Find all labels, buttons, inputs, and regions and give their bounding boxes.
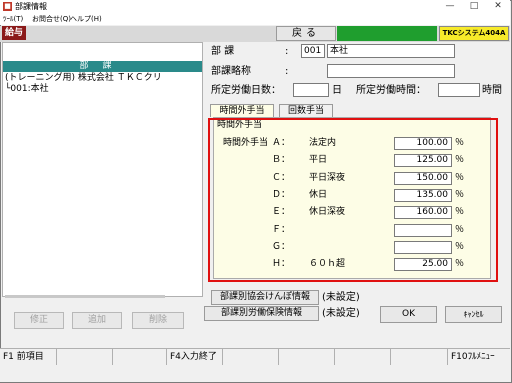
delete-button[interactable]: 削除 (132, 312, 184, 329)
f2-key[interactable] (57, 349, 113, 365)
f4-key[interactable]: F4入力終了 (167, 349, 223, 365)
tree-scrollbar[interactable] (5, 295, 165, 298)
kenpo-info-button[interactable]: 部課別協会けんぽ情報 (211, 290, 319, 305)
tab-overtime[interactable]: 時間外手当 (210, 104, 274, 117)
days-label: 所定労働日数： (211, 85, 281, 96)
abbr-label: 部課略称 (211, 66, 251, 77)
close-button[interactable]: ✕ (486, 0, 510, 13)
f7-key[interactable] (335, 349, 391, 365)
add-button[interactable]: 追加 (72, 312, 122, 329)
tree-node-honsha[interactable]: └001:本社 (5, 84, 49, 95)
minimize-button[interactable]: — (438, 0, 462, 13)
menu-inquiry[interactable]: お問合せ(Q) (32, 14, 71, 24)
highlight-box (208, 118, 498, 282)
f3-key[interactable] (113, 349, 167, 365)
cancel-button[interactable]: ｷｬﾝｾﾙ (445, 306, 502, 323)
maximize-button[interactable]: □ (462, 0, 486, 13)
app-icon: ■ (3, 2, 12, 11)
dept-name-field[interactable]: 本社 (327, 44, 455, 58)
days-field[interactable] (293, 83, 329, 97)
f5-key[interactable] (223, 349, 279, 365)
tree-company[interactable]: (トレーニング用) 株式会社 ＴＫＣクリ (5, 73, 162, 84)
kyuyo-badge: 給与 (2, 26, 26, 40)
hours-label: 所定労働時間： (356, 85, 426, 96)
title-bar (0, 0, 510, 13)
bottom-strip (0, 366, 510, 382)
abbr-field[interactable] (327, 64, 455, 78)
tree-header: 部課 (3, 61, 202, 72)
ok-button[interactable]: OK (380, 306, 437, 323)
back-button[interactable]: 戻る (276, 26, 336, 41)
f8-key[interactable] (391, 349, 448, 365)
tkc-logo: TKCシステム404A (439, 26, 509, 41)
f1-key[interactable]: F1 前項目 (0, 349, 57, 365)
status-green-bar (337, 26, 437, 41)
f6-key[interactable] (279, 349, 335, 365)
abbr-colon: : (285, 66, 289, 77)
edit-button[interactable]: 修正 (14, 312, 64, 329)
f10-key[interactable]: F10ﾌﾙﾒﾆｭｰ (448, 349, 510, 365)
rousai-status: (未設定) (322, 308, 360, 319)
rousai-info-button[interactable]: 部課別労働保険情報 (204, 306, 319, 321)
days-unit: 日 (332, 85, 342, 96)
menu-help[interactable]: ヘルプ(H) (70, 14, 102, 24)
tab-count-allowance[interactable]: 回数手当 (279, 104, 333, 117)
dept-colon: : (285, 46, 289, 57)
dept-label: 部 課 (211, 46, 235, 57)
window-title: 部課情報 (15, 2, 47, 11)
dept-code-field[interactable]: 001 (301, 44, 325, 58)
menu-tools[interactable]: ﾂｰﾙ(T) (3, 14, 23, 24)
kenpo-status: (未設定) (322, 292, 360, 303)
hours-field[interactable] (438, 83, 480, 97)
hours-unit: 時間 (482, 85, 502, 96)
